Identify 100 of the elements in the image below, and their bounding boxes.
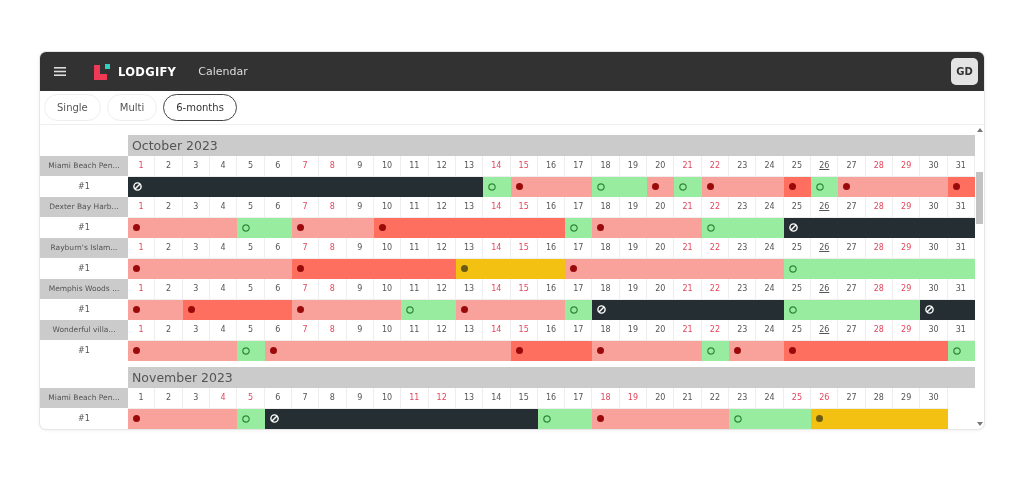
booking-cell[interactable] bbox=[920, 408, 948, 429]
booking-cell[interactable] bbox=[893, 299, 921, 320]
booking-cell[interactable] bbox=[592, 176, 620, 197]
booking-cell[interactable] bbox=[756, 299, 784, 320]
day-number: 15 bbox=[510, 279, 538, 300]
booking-cell[interactable] bbox=[565, 408, 593, 429]
booking-cell[interactable] bbox=[674, 217, 702, 238]
day-number: 16 bbox=[537, 279, 566, 300]
day-number: 5 bbox=[237, 320, 265, 341]
day-number: 20 bbox=[647, 197, 675, 218]
booking-cell[interactable] bbox=[729, 340, 757, 361]
booking-cell[interactable] bbox=[565, 299, 593, 320]
booking-cell[interactable] bbox=[592, 299, 620, 320]
day-number: 9 bbox=[346, 156, 374, 177]
day-number: 13 bbox=[455, 238, 484, 259]
day-number: 6 bbox=[264, 156, 292, 177]
booking-cell[interactable] bbox=[592, 217, 620, 238]
day-number: 1 bbox=[128, 279, 156, 300]
day-number: 27 bbox=[838, 388, 866, 409]
booking-cell[interactable] bbox=[565, 340, 593, 361]
day-number: 21 bbox=[674, 156, 702, 177]
booking-cell[interactable] bbox=[128, 299, 156, 320]
dot-icon bbox=[133, 347, 140, 355]
day-number: 19 bbox=[619, 388, 648, 409]
day-number: 7 bbox=[291, 156, 320, 177]
booking-cell[interactable] bbox=[920, 299, 948, 320]
booking-cell[interactable] bbox=[838, 176, 866, 197]
day-number: 10 bbox=[373, 238, 402, 259]
booking-cell[interactable] bbox=[674, 340, 702, 361]
day-number: 11 bbox=[401, 197, 429, 218]
view-tab[interactable]: Single bbox=[44, 94, 101, 121]
day-number: 17 bbox=[565, 197, 593, 218]
booking-cell[interactable] bbox=[565, 217, 593, 238]
day-number: 22 bbox=[701, 238, 730, 259]
ring-icon bbox=[242, 223, 251, 232]
day-number: 20 bbox=[647, 320, 675, 341]
day-number: 14 bbox=[483, 156, 511, 177]
booking-cell[interactable] bbox=[592, 408, 620, 429]
booking-cell[interactable] bbox=[128, 258, 156, 279]
day-number: 26 bbox=[811, 279, 839, 300]
day-number: 28 bbox=[865, 197, 894, 218]
booking-cell[interactable] bbox=[565, 176, 593, 197]
booking-cell[interactable] bbox=[647, 176, 675, 197]
day-number: 17 bbox=[565, 320, 593, 341]
day-number: 13 bbox=[455, 156, 484, 177]
scroll-up-icon[interactable] bbox=[976, 128, 983, 132]
booking-cell[interactable] bbox=[920, 340, 948, 361]
booking-cell[interactable] bbox=[756, 340, 784, 361]
avatar-button[interactable]: GD bbox=[951, 58, 978, 85]
booking-cell[interactable] bbox=[729, 408, 757, 429]
ring-icon bbox=[488, 182, 497, 191]
scroll-thumb[interactable] bbox=[976, 172, 983, 224]
day-number: 29 bbox=[893, 279, 921, 300]
booking-cell[interactable] bbox=[155, 299, 183, 320]
menu-icon[interactable] bbox=[54, 67, 66, 76]
booking-cell[interactable] bbox=[128, 340, 156, 361]
day-number: 31 bbox=[947, 197, 975, 218]
booking-cell[interactable] bbox=[565, 258, 593, 279]
booking-cell[interactable] bbox=[128, 408, 156, 429]
scroll-down-icon[interactable] bbox=[976, 422, 983, 426]
booking-cell[interactable] bbox=[483, 176, 511, 197]
booking-cell[interactable] bbox=[128, 176, 156, 197]
dot-icon bbox=[570, 265, 578, 273]
booking-cell[interactable] bbox=[920, 176, 948, 197]
day-number: 10 bbox=[373, 279, 402, 300]
booking-cell[interactable] bbox=[756, 217, 784, 238]
booking-cell[interactable] bbox=[401, 299, 429, 320]
day-number: 14 bbox=[483, 197, 511, 218]
day-number: 11 bbox=[401, 388, 429, 409]
booking-cell[interactable] bbox=[592, 340, 620, 361]
view-tab[interactable]: Multi bbox=[106, 94, 158, 121]
day-number: 23 bbox=[729, 320, 757, 341]
day-number: 20 bbox=[647, 279, 675, 300]
day-number: 26 bbox=[811, 197, 839, 218]
day-number: 31 bbox=[947, 279, 975, 300]
unit-label: #1 bbox=[77, 413, 91, 426]
dot-icon bbox=[269, 347, 277, 355]
day-number: 27 bbox=[838, 197, 866, 218]
booking-cell[interactable] bbox=[128, 217, 156, 238]
booking-cell[interactable] bbox=[811, 408, 839, 429]
day-number: 8 bbox=[319, 320, 347, 341]
ring-icon bbox=[679, 182, 688, 191]
booking-cell[interactable] bbox=[237, 340, 265, 361]
blocked-icon bbox=[133, 182, 142, 192]
ring-icon bbox=[706, 346, 715, 355]
day-number: 18 bbox=[592, 156, 620, 177]
booking-cell[interactable] bbox=[756, 176, 784, 197]
view-tab[interactable]: 6-months bbox=[163, 94, 237, 121]
booking-cell[interactable] bbox=[674, 176, 702, 197]
booking-cell[interactable] bbox=[237, 408, 265, 429]
day-number: 9 bbox=[346, 388, 374, 409]
booking-cell[interactable] bbox=[811, 176, 839, 197]
day-number: 22 bbox=[701, 388, 730, 409]
day-number: 7 bbox=[291, 238, 320, 259]
booking-cell[interactable] bbox=[756, 258, 784, 279]
booking-cell[interactable] bbox=[483, 340, 511, 361]
booking-cell[interactable] bbox=[237, 217, 265, 238]
dot-icon bbox=[597, 415, 605, 423]
day-number: 12 bbox=[428, 320, 456, 341]
day-number: 1 bbox=[128, 156, 156, 177]
